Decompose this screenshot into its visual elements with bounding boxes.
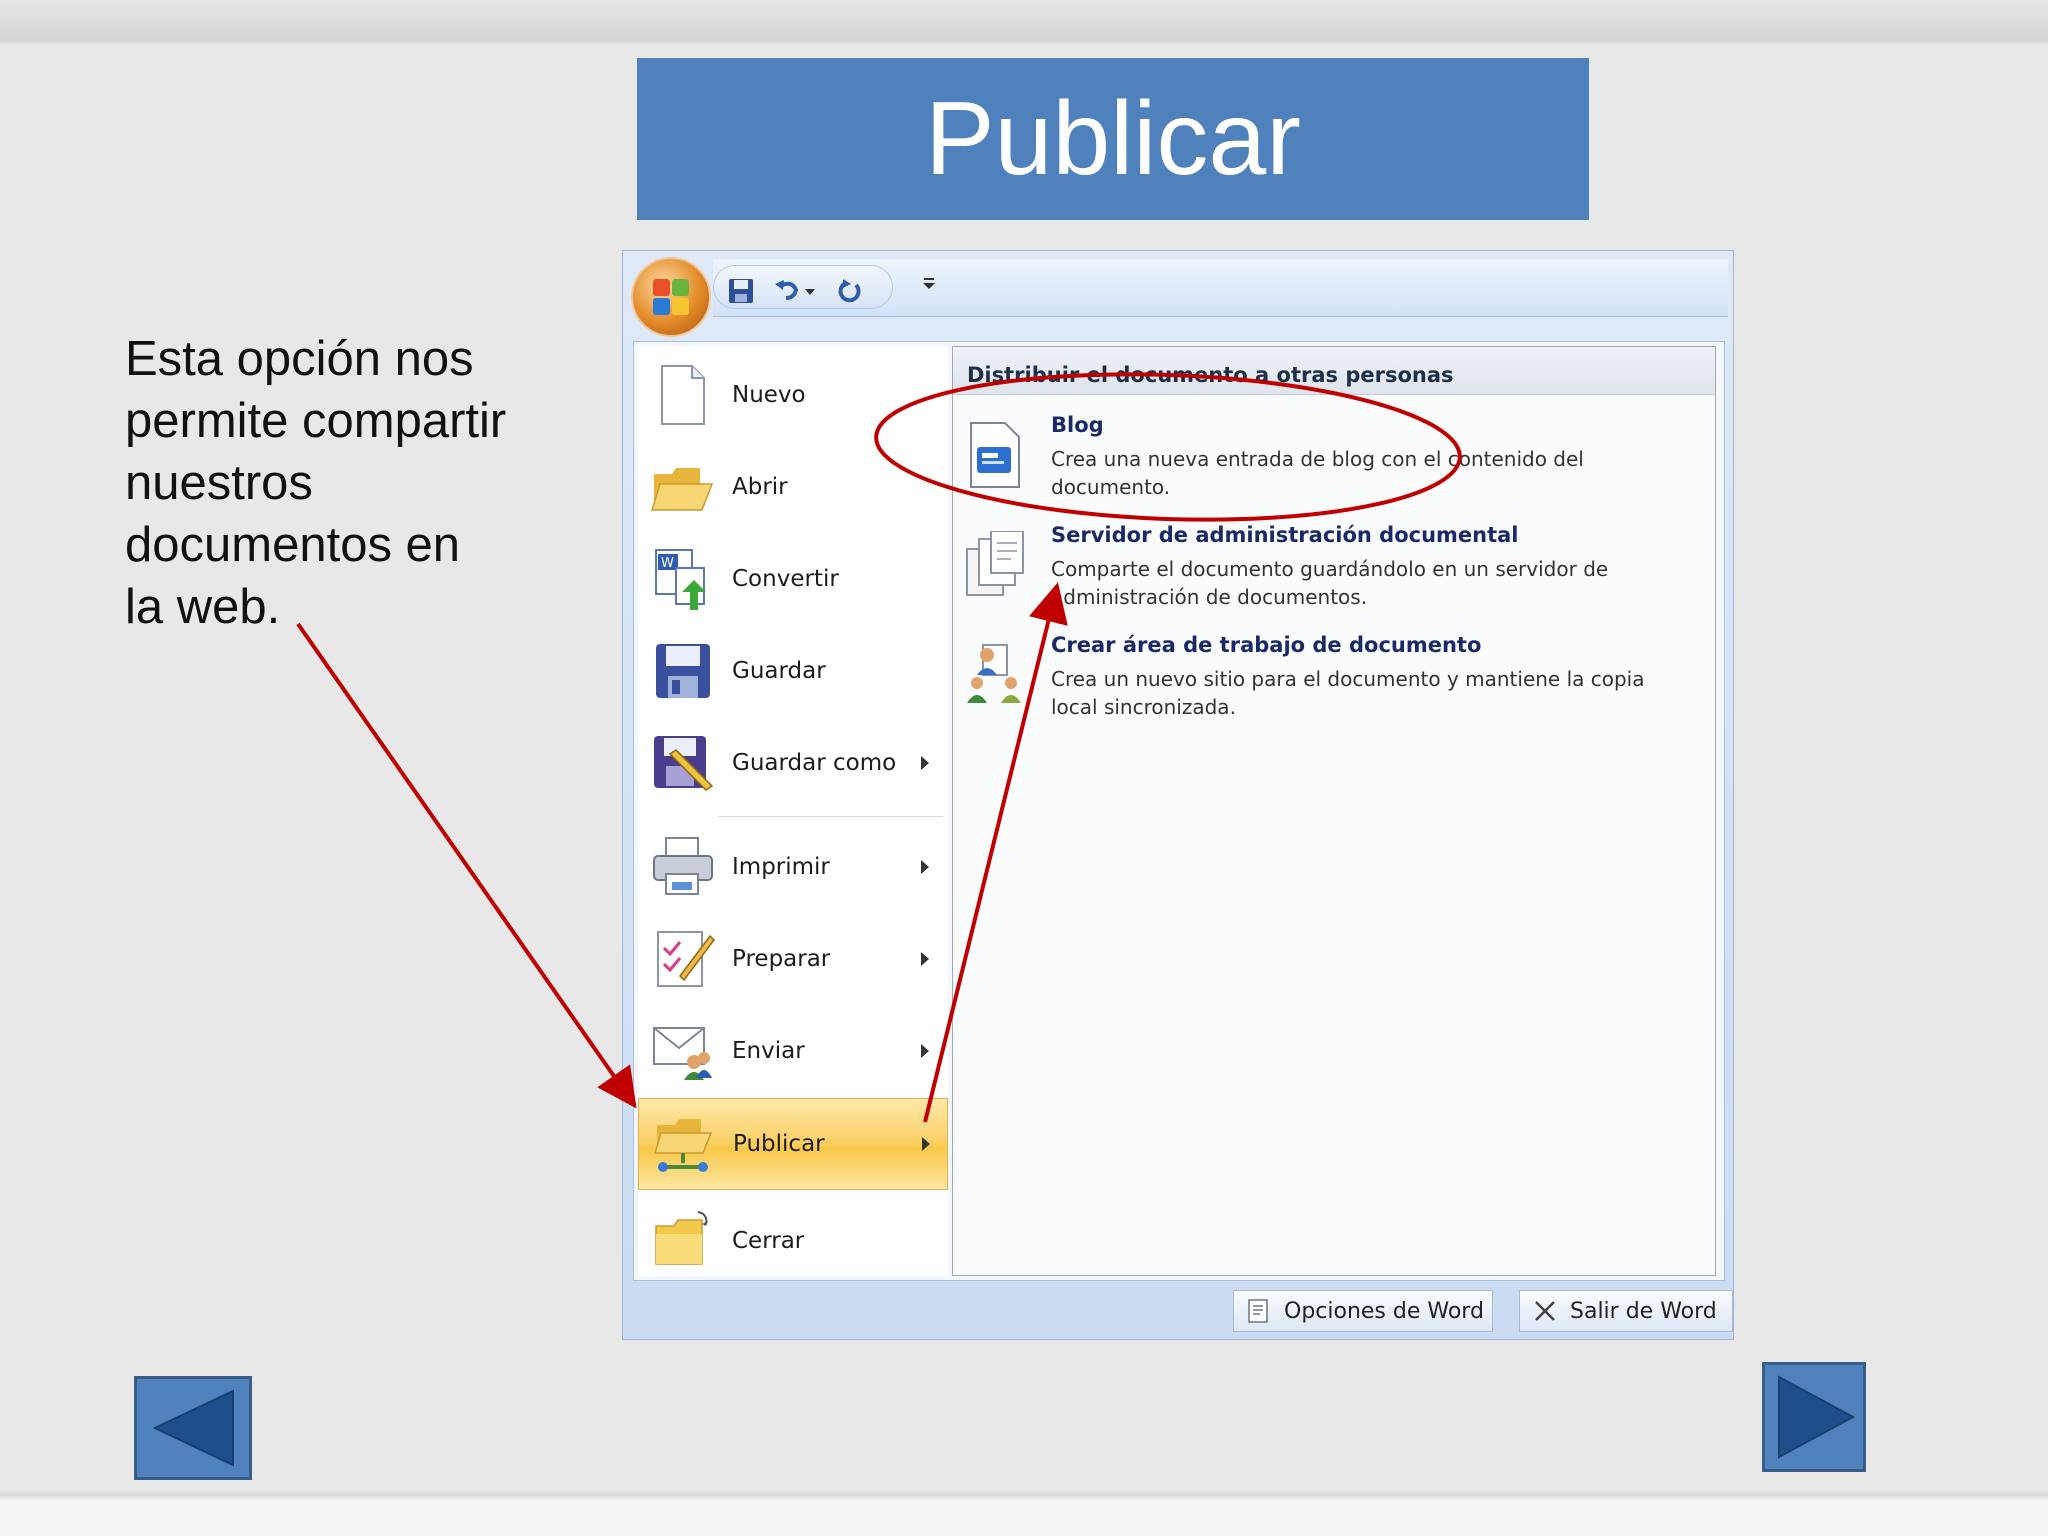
menu-item-enviar[interactable]: Enviar	[638, 1006, 948, 1096]
close-folder-icon	[650, 1208, 716, 1274]
undo-dropdown-icon[interactable]	[802, 276, 818, 306]
word-options-button[interactable]: Opciones de Word	[1233, 1290, 1493, 1332]
office-menu: Nuevo Abrir W Convertir Guardar Guardar …	[633, 341, 1725, 1281]
menu-footer: Opciones de Word Salir de Word	[633, 1286, 1733, 1334]
submenu-header: Distribuir el documento a otras personas	[953, 347, 1715, 395]
arrow-right-icon	[1778, 1375, 1856, 1459]
annotation-arrow-to-publicar	[296, 622, 637, 1109]
submenu-arrow-icon	[921, 1044, 929, 1058]
menu-item-abrir[interactable]: Abrir	[638, 442, 948, 532]
title-banner: Publicar	[637, 58, 1589, 220]
close-icon	[1532, 1298, 1558, 1324]
printer-icon	[650, 834, 716, 900]
menu-item-preparar[interactable]: Preparar	[638, 914, 948, 1004]
option-document-server[interactable]: Servidor de administración documental Co…	[965, 523, 1705, 623]
arrow-left-icon	[152, 1389, 234, 1467]
office-button[interactable]	[631, 257, 711, 337]
save-icon[interactable]	[726, 276, 756, 306]
menu-item-convertir[interactable]: W Convertir	[638, 534, 948, 624]
save-as-icon	[650, 730, 716, 796]
option-document-workspace[interactable]: Crear área de trabajo de documento Crea …	[965, 633, 1705, 733]
menu-commands: Nuevo Abrir W Convertir Guardar Guardar …	[638, 346, 948, 1276]
menu-item-publicar[interactable]: Publicar	[638, 1098, 948, 1190]
publish-submenu: Distribuir el documento a otras personas…	[952, 346, 1716, 1276]
redo-icon[interactable]	[834, 276, 864, 306]
submenu-arrow-icon	[921, 860, 929, 874]
option-blog[interactable]: Blog Crea una nueva entrada de blog con …	[965, 413, 1705, 513]
submenu-arrow-icon	[921, 756, 929, 770]
submenu-arrow-icon	[922, 1137, 930, 1151]
slide-description: Esta opción nos permite compartir nuestr…	[125, 332, 507, 634]
menu-item-cerrar[interactable]: Cerrar	[638, 1196, 948, 1286]
options-icon	[1246, 1298, 1272, 1324]
customize-qat-icon[interactable]	[919, 269, 939, 299]
office-logo-icon	[653, 279, 689, 315]
send-icon	[650, 1018, 716, 1084]
undo-icon[interactable]	[772, 276, 802, 306]
new-document-icon	[650, 362, 716, 428]
open-folder-icon	[650, 454, 716, 520]
menu-item-guardar[interactable]: Guardar	[638, 626, 948, 716]
convert-icon: W	[650, 546, 716, 612]
qat-group	[713, 265, 893, 309]
menu-item-imprimir[interactable]: Imprimir	[638, 822, 948, 912]
menu-item-guardar-como[interactable]: Guardar como	[638, 718, 948, 808]
menu-separator	[718, 816, 943, 817]
blog-icon	[965, 421, 1025, 491]
document-server-icon	[965, 530, 1025, 601]
submenu-arrow-icon	[921, 952, 929, 966]
menu-item-nuevo[interactable]: Nuevo	[638, 350, 948, 440]
office-window: Nuevo Abrir W Convertir Guardar Guardar …	[622, 250, 1734, 1340]
svg-text:W: W	[661, 556, 674, 571]
prepare-icon	[650, 926, 716, 992]
next-slide-button[interactable]	[1762, 1362, 1866, 1472]
workspace-icon	[965, 641, 1025, 711]
previous-slide-button[interactable]	[134, 1376, 252, 1480]
quick-access-toolbar	[713, 259, 1728, 317]
slide-title: Publicar	[925, 80, 1301, 197]
save-icon	[650, 638, 716, 704]
exit-word-button[interactable]: Salir de Word	[1519, 1290, 1733, 1332]
publish-icon	[651, 1111, 717, 1177]
slide: Publicar Esta opción nos permite compart…	[0, 0, 2048, 1536]
